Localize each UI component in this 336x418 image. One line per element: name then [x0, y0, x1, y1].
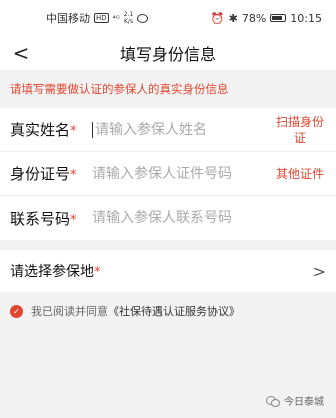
chevron-left-icon: < [12, 41, 30, 65]
chevron-right-icon: > [312, 261, 326, 281]
required-mark: * [94, 265, 101, 280]
back-button[interactable]: < [8, 40, 34, 66]
name-label-text: 真实姓名 [10, 121, 71, 139]
hd-badge: HD [94, 13, 109, 23]
region-label: 请选择参保地* [10, 261, 101, 281]
identity-form: 真实姓名* 扫描身份证 身份证号* 其他证件 联系号码* [0, 108, 336, 240]
id-number-label-text: 身份证号 [10, 165, 71, 183]
region-label-text: 请选择参保地 [10, 264, 94, 280]
agreement-link[interactable]: 《社保待遇认证服务协议》 [108, 303, 240, 319]
agreement-prefix: 我已阅读并同意 [31, 305, 108, 318]
scan-id-button[interactable]: 扫描身份证 [274, 114, 326, 146]
name-input[interactable] [92, 121, 274, 138]
phone-row: 联系号码* [0, 196, 336, 240]
bluetooth-icon: ✱ [228, 11, 238, 25]
required-mark: * [70, 212, 77, 228]
battery-icon [270, 14, 287, 22]
name-row: 真实姓名* 扫描身份证 [0, 108, 336, 152]
id-number-label: 身份证号* [10, 163, 92, 184]
wechat-icon [137, 13, 149, 23]
status-bar-right: ⏰ ✱ 78% 10:15 [211, 12, 322, 25]
select-region-row[interactable]: 请选择参保地* > [0, 250, 336, 292]
clock: 10:15 [290, 11, 322, 25]
status-bar: 中国移动 HD ⁴ᴳ 2.1 K/s ⏰ ✱ 78% 10:15 [0, 0, 336, 36]
name-label: 真实姓名* [10, 119, 92, 140]
required-mark: * [70, 124, 77, 139]
phone-label-text: 联系号码 [10, 209, 71, 228]
nav-bar: < 填写身份信息 [0, 36, 336, 70]
signal-icon: ⁴ᴳ [112, 13, 120, 23]
agreement-row: ✓ 我已阅读并同意 《社保待遇认证服务协议》 [0, 294, 336, 328]
network-speed: 2.1 K/s [123, 11, 134, 25]
watermark: 今日泰城 [266, 393, 324, 408]
id-number-input[interactable] [92, 165, 274, 182]
battery-percent: 78% [241, 11, 267, 25]
required-mark: * [70, 168, 77, 183]
agreement-checkbox[interactable]: ✓ [10, 304, 23, 318]
carrier-label: 中国移动 [46, 12, 90, 25]
page-title: 填写身份信息 [119, 45, 216, 64]
wechat-logo-icon [266, 395, 280, 407]
notice-text: 请填写需要做认证的参保人的真实身份信息 [0, 70, 336, 108]
other-documents-button[interactable]: 其他证件 [274, 166, 326, 182]
alarm-icon: ⏰ [210, 11, 225, 25]
status-bar-left: 中国移动 HD ⁴ᴳ 2.1 K/s [46, 10, 149, 26]
phone-input[interactable] [92, 210, 326, 226]
watermark-text: 今日泰城 [284, 397, 324, 408]
id-number-row: 身份证号* 其他证件 [0, 152, 336, 196]
phone-label: 联系号码* [10, 208, 92, 229]
